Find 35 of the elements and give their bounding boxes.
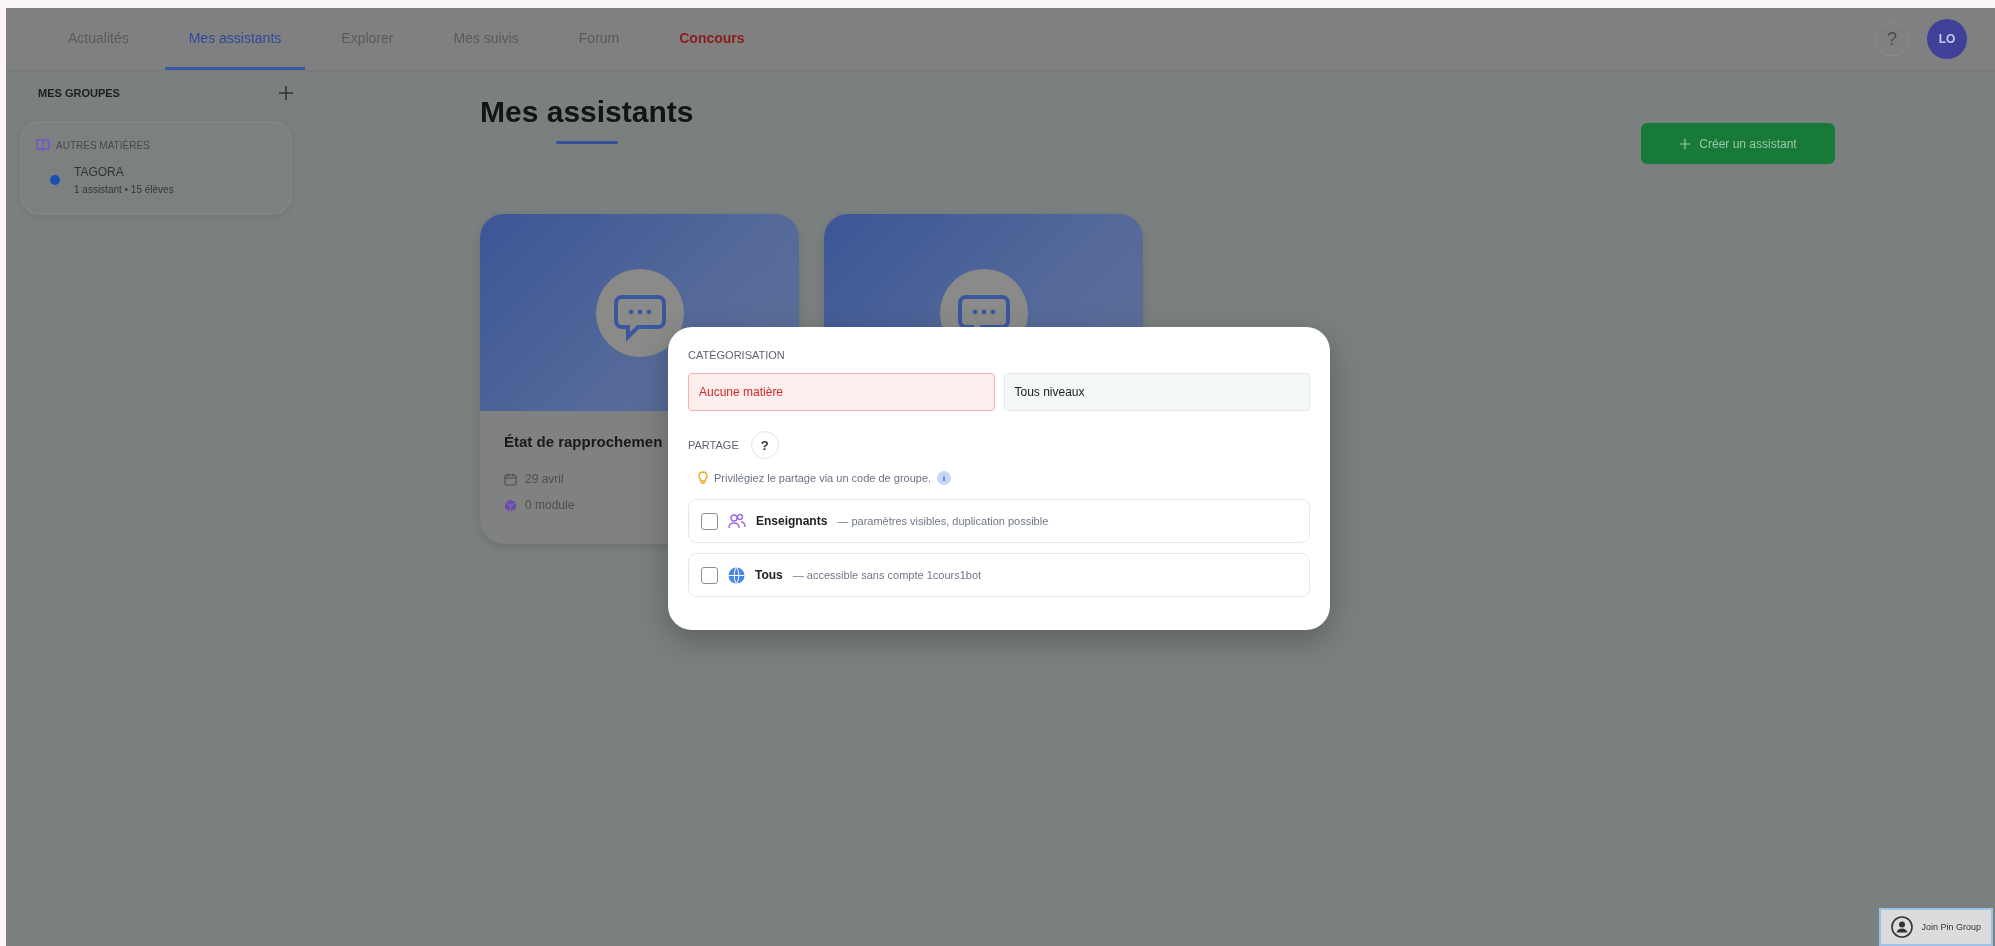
title-underline [555,141,618,144]
section-label: CATÉGORISATION [688,349,786,361]
sharing-option[interactable]: Enseignants — paramètres visibles, duplication possible [688,499,1310,543]
help-button[interactable]: ? [750,431,779,459]
book-icon [36,139,50,151]
chat-bubble-icon [595,268,684,357]
option-description: — paramètres visibles, duplication possible [837,515,1049,527]
add-group-button[interactable] [278,85,294,101]
page-title: Mes assistants [480,95,694,129]
level-select[interactable]: Tous niveaux [1003,373,1310,411]
lightbulb-icon [698,471,708,485]
create-assistant-button[interactable]: Créer un assistant [1641,123,1835,164]
checkbox[interactable] [701,512,718,530]
globe-icon [728,566,745,584]
calendar-icon [504,472,517,486]
info-icon[interactable] [937,471,952,485]
sharing-option[interactable]: Tous — accessible sans compte 1cours1bot [688,553,1310,597]
plus-icon [1679,137,1692,150]
user-icon [1891,916,1914,938]
section-label: PARTAGE [688,439,739,451]
nav-tab[interactable]: Concours [655,8,769,70]
option-label: Tous [755,568,783,582]
cube-icon [504,498,517,512]
join-group-button[interactable]: Join Pin Group [1879,908,1993,946]
checkbox[interactable] [701,566,718,584]
card-title: État de rapprochemen [504,433,663,450]
users-icon [728,513,746,529]
plus-icon [278,85,294,101]
group-meta: 1 assistant • 15 élèves [74,184,174,195]
sidebar-title: MES GROUPES [38,87,120,99]
nav-tab[interactable]: Mes assistants [164,8,306,70]
group-name[interactable]: TAGORA [74,165,174,179]
subject-select[interactable]: Aucune matière [688,373,995,411]
option-description: — accessible sans compte 1cours1bot [792,569,982,581]
user-avatar[interactable]: LO [1927,19,1967,59]
